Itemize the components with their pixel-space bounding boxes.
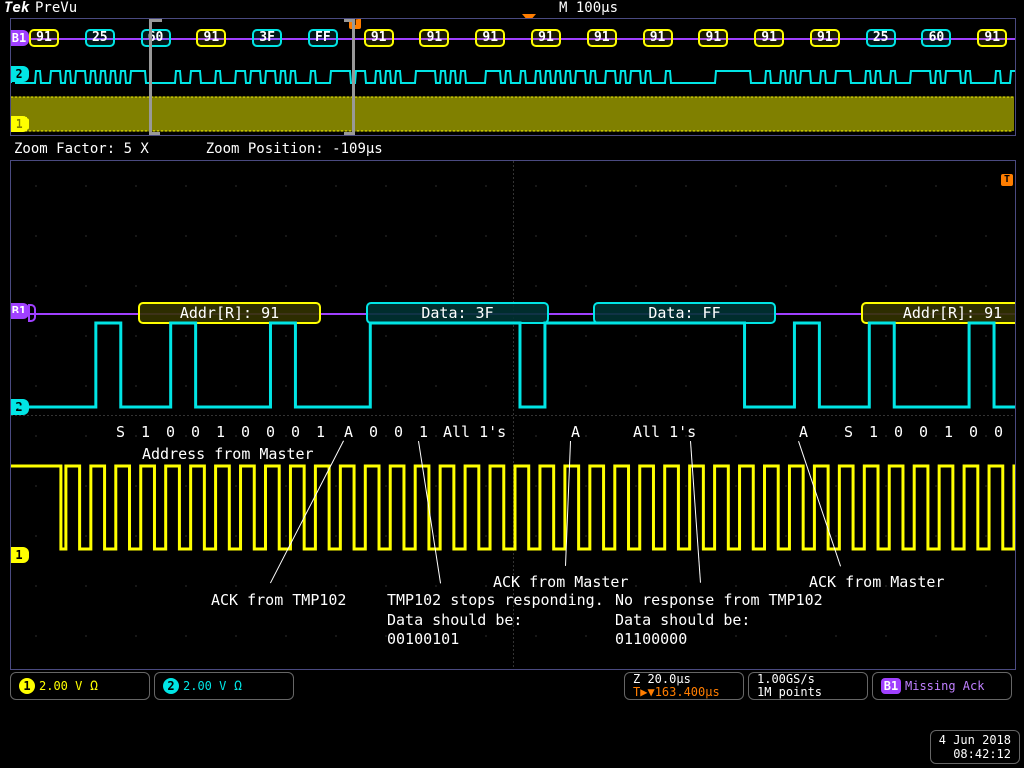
- bus-byte: 60: [141, 29, 171, 47]
- bus-byte: 91: [587, 29, 617, 47]
- bit-label: A: [799, 423, 808, 441]
- trigger-readout[interactable]: B1Missing Ack: [872, 672, 1012, 700]
- acq-mode: PreVu: [35, 0, 77, 16]
- acq-readout[interactable]: 1.00GS/s 1M points: [748, 672, 868, 700]
- bus-byte: 91: [977, 29, 1007, 47]
- bus-byte: 91: [643, 29, 673, 47]
- scope-header: Tek PreVu M 100µs: [0, 0, 1024, 18]
- timestamp: 4 Jun 2018 08:42:12: [930, 730, 1020, 764]
- bus-label-main-B1[interactable]: B1: [10, 303, 29, 319]
- scl-overview-trace: [11, 95, 1015, 133]
- address-caption: Address from Master: [142, 445, 314, 465]
- bit-label: 1: [141, 423, 150, 441]
- overview-pane[interactable]: 91 25 60 91 3F FF 91 91 91 91 91 91 91 91 91 25 60 91 T B…: [10, 18, 1016, 136]
- annotation-text: ACK from Master: [493, 573, 628, 593]
- bit-label: 0: [241, 423, 250, 441]
- zoom-factor: Zoom Factor: 5 X: [14, 141, 149, 157]
- bit-label: S: [116, 423, 125, 441]
- bit-label: 1: [216, 423, 225, 441]
- trigger-T-icon: T: [349, 18, 361, 29]
- bus-byte-row: 91 25 60 91 3F FF 91 91 91 91 91 91 91 91 91 25 60 91: [11, 29, 1015, 51]
- time: 08:42:12: [939, 747, 1011, 761]
- annotation-text: TMP102 stops responding. Data should be:…: [387, 591, 604, 650]
- annotation-text: No response from TMP102 Data should be: …: [615, 591, 823, 650]
- bus-byte: 91: [29, 29, 59, 47]
- brand-logo: Tek: [4, 0, 29, 16]
- bit-label: All 1's: [633, 423, 696, 441]
- bit-label: 1: [944, 423, 953, 441]
- bus-byte: 3F: [252, 29, 282, 47]
- bus-byte: 91: [419, 29, 449, 47]
- date: 4 Jun 2018: [939, 733, 1011, 747]
- bit-label: 0: [894, 423, 903, 441]
- ch1-vdiv: 2.00 V: [39, 679, 82, 693]
- bit-label: 1: [316, 423, 325, 441]
- bit-label: A: [344, 423, 353, 441]
- bit-label: All 1's: [443, 423, 506, 441]
- zoom-position: Zoom Position: -109µs: [206, 141, 383, 157]
- annotation-text: ACK from Master: [809, 573, 944, 593]
- record-length: 1M points: [757, 686, 859, 699]
- ch2-readout[interactable]: 22.00 V Ω: [154, 672, 294, 700]
- bus-byte: 91: [475, 29, 505, 47]
- scl-main-trace: [11, 461, 1015, 571]
- ch1-readout[interactable]: 12.00 V Ω: [10, 672, 150, 700]
- zoom-info-line: Zoom Factor: 5 X Zoom Position: -109µs: [14, 141, 1014, 157]
- bus-byte: 25: [85, 29, 115, 47]
- trigger-type: Missing Ack: [905, 679, 984, 693]
- readout-bar: 12.00 V Ω 22.00 V Ω Z 20.0µs T▶▼163.400µ…: [10, 672, 1016, 700]
- main-timebase: M 100µs: [559, 0, 618, 16]
- bus-label-B1[interactable]: B1: [10, 30, 29, 46]
- bit-label: 0: [394, 423, 403, 441]
- bit-label: 1: [869, 423, 878, 441]
- bit-label: 1: [419, 423, 428, 441]
- trigger-T-icon-main: T: [1001, 174, 1013, 186]
- bit-label: 0: [291, 423, 300, 441]
- bus-byte: 91: [364, 29, 394, 47]
- bit-label: 0: [266, 423, 275, 441]
- annotation-text: ACK from TMP102: [211, 591, 346, 611]
- bus-byte: FF: [308, 29, 338, 47]
- trigger-pos: 163.400µs: [655, 685, 720, 699]
- bit-label: 0: [994, 423, 1003, 441]
- bus-byte: 91: [196, 29, 226, 47]
- bit-label: 0: [166, 423, 175, 441]
- bit-label: 0: [369, 423, 378, 441]
- bus-byte: 25: [866, 29, 896, 47]
- bit-label: 0: [969, 423, 978, 441]
- bus-byte: 91: [754, 29, 784, 47]
- bit-label: 0: [919, 423, 928, 441]
- ch2-vdiv: 2.00 V: [183, 679, 226, 693]
- timebase-readout[interactable]: Z 20.0µs T▶▼163.400µs: [624, 672, 744, 700]
- bit-label: S: [844, 423, 853, 441]
- bit-label: 0: [191, 423, 200, 441]
- bus-byte: 91: [810, 29, 840, 47]
- bit-label: A: [571, 423, 580, 441]
- main-zoom-pane[interactable]: T B1 2 1 Addr[R]: 91Data: 3FData: FFAddr…: [10, 160, 1016, 670]
- bus-byte: 60: [921, 29, 951, 47]
- sda-overview-trace: [11, 69, 1015, 85]
- sda-main-trace: [11, 321, 1015, 417]
- bus-byte: 91: [698, 29, 728, 47]
- bus-byte: 91: [531, 29, 561, 47]
